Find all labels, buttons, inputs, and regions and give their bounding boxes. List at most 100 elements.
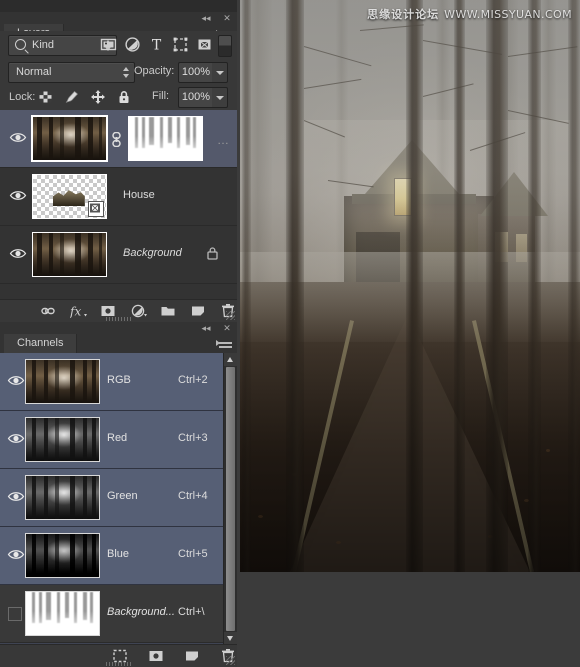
svg-text:T: T xyxy=(152,38,162,54)
lock-fill-row: Lock: xyxy=(0,84,237,111)
lock-label: Lock: xyxy=(9,91,35,103)
panel-corner-resize[interactable] xyxy=(226,656,235,665)
channel-thumbnail[interactable] xyxy=(25,475,100,520)
channel-row[interactable]: Red Ctrl+3 xyxy=(0,411,224,469)
fill-label: Fill: xyxy=(152,90,169,102)
lock-all-icon[interactable] xyxy=(116,89,132,105)
scrollbar-thumb[interactable] xyxy=(226,367,235,631)
new-layer-icon[interactable] xyxy=(190,303,206,319)
panel-resize-grip[interactable] xyxy=(106,317,132,321)
channel-list: RGB Ctrl+2 xyxy=(0,353,224,645)
close-icon[interactable]: ✕ xyxy=(221,323,233,333)
channels-panel: ◂◂ ✕ Channels xyxy=(0,322,237,667)
lock-image-pixels-icon[interactable] xyxy=(64,89,80,105)
layer-thumbnail[interactable] xyxy=(32,174,107,219)
channel-visibility-icon[interactable] xyxy=(7,432,25,445)
channel-row[interactable]: Background... Ctrl+\ xyxy=(0,585,224,643)
channels-panel-menu-icon[interactable] xyxy=(216,338,232,350)
lock-transparent-pixels-icon[interactable] xyxy=(38,89,54,105)
fill-input[interactable]: 100% xyxy=(178,87,214,108)
lock-position-icon[interactable] xyxy=(90,89,106,105)
mask-link-icon[interactable] xyxy=(110,132,123,147)
filter-kind-label: Kind xyxy=(32,39,54,51)
channel-shortcut: Ctrl+3 xyxy=(178,432,208,444)
channel-thumbnail[interactable] xyxy=(25,417,100,462)
channel-shortcut: Ctrl+5 xyxy=(178,548,208,560)
layers-panel: ◂◂ ✕ Layers Kind xyxy=(0,12,237,322)
channels-bottom-toolbar xyxy=(0,644,237,667)
filter-type-icons: T xyxy=(100,36,213,53)
shape-filter-icon[interactable] xyxy=(172,36,189,53)
channel-visibility-icon[interactable] xyxy=(7,548,25,561)
opacity-label: Opacity: xyxy=(134,65,174,77)
collapse-icon[interactable]: ◂◂ xyxy=(200,13,212,23)
channel-visibility-icon[interactable] xyxy=(7,374,25,387)
scroll-up-icon[interactable] xyxy=(224,353,237,366)
layer-mask-thumbnail[interactable] xyxy=(128,116,203,161)
text-filter-icon[interactable]: T xyxy=(148,36,165,53)
collapse-icon[interactable]: ◂◂ xyxy=(200,323,212,333)
channels-scrollbar[interactable] xyxy=(223,353,237,645)
channel-visibility-icon[interactable] xyxy=(7,490,25,503)
layer-visibility-icon[interactable] xyxy=(9,247,27,260)
layer-list: … xyxy=(0,110,237,300)
channel-row[interactable]: Blue Ctrl+5 xyxy=(0,527,224,585)
blend-mode-select[interactable]: Normal xyxy=(8,62,135,83)
channels-panel-body: RGB Ctrl+2 xyxy=(0,353,237,667)
panel-dock: ◂◂ ✕ Layers Kind xyxy=(0,0,237,667)
channel-thumbnail[interactable] xyxy=(25,591,100,636)
layer-thumbnail[interactable] xyxy=(32,232,107,277)
chevron-updown-icon xyxy=(123,66,130,79)
layer-name[interactable]: House xyxy=(123,189,155,201)
document-area: 思缘设计论坛WWW.MISSYUAN.COM xyxy=(237,0,580,667)
channel-name[interactable]: Red xyxy=(107,432,127,444)
smart-object-filter-icon[interactable] xyxy=(196,36,213,53)
layer-filter-row: Kind T xyxy=(0,31,237,60)
channel-name[interactable]: RGB xyxy=(107,374,131,386)
channels-tabbar: Channels xyxy=(0,334,237,354)
opacity-dropdown-icon[interactable] xyxy=(212,62,228,83)
channel-shortcut: Ctrl+2 xyxy=(178,374,208,386)
layers-panel-body: Kind T xyxy=(0,31,237,322)
filter-enable-toggle[interactable] xyxy=(218,35,232,57)
layer-row[interactable]: Background xyxy=(0,226,237,284)
layer-row[interactable]: … xyxy=(0,110,237,168)
channel-name[interactable]: Blue xyxy=(107,548,129,560)
layer-row[interactable]: House xyxy=(0,168,237,226)
adjustment-filter-icon[interactable] xyxy=(124,36,141,53)
opacity-input[interactable]: 100% xyxy=(178,62,214,83)
layer-visibility-icon[interactable] xyxy=(9,131,27,144)
image-filter-icon[interactable] xyxy=(100,36,117,53)
new-group-icon[interactable] xyxy=(160,303,176,319)
image-canvas[interactable]: 思缘设计论坛WWW.MISSYUAN.COM xyxy=(240,0,580,572)
layer-visibility-icon[interactable] xyxy=(9,189,27,202)
fill-dropdown-icon[interactable] xyxy=(212,87,228,108)
blend-mode-value: Normal xyxy=(16,66,51,78)
layer-thumbnail[interactable] xyxy=(32,116,107,161)
svg-text:fx: fx xyxy=(70,305,81,319)
photoshop-window: 思缘设计论坛WWW.MISSYUAN.COM ◂◂ ✕ Layers xyxy=(0,0,580,667)
layer-name[interactable]: Background xyxy=(123,247,182,259)
channel-visibility-checkbox[interactable] xyxy=(8,607,22,621)
watermark: 思缘设计论坛WWW.MISSYUAN.COM xyxy=(367,6,572,22)
panel-resize-grip[interactable] xyxy=(106,662,132,666)
channel-thumbnail[interactable] xyxy=(25,533,100,578)
new-adjustment-layer-icon[interactable] xyxy=(130,303,146,319)
channel-name[interactable]: Background... xyxy=(107,606,175,618)
channel-row[interactable]: Green Ctrl+4 xyxy=(0,469,224,527)
tab-channels[interactable]: Channels xyxy=(4,334,77,353)
search-icon xyxy=(15,39,26,50)
link-layers-icon[interactable] xyxy=(40,303,56,319)
blend-opacity-row: Normal Opacity: 100% xyxy=(0,59,237,85)
channel-name[interactable]: Green xyxy=(107,490,138,502)
new-channel-icon[interactable] xyxy=(184,648,200,664)
layer-style-fx-icon[interactable]: fx xyxy=(70,303,86,319)
channel-thumbnail[interactable] xyxy=(25,359,100,404)
layers-bottom-toolbar: fx xyxy=(0,299,237,322)
close-icon[interactable]: ✕ xyxy=(221,13,233,23)
panel-corner-resize[interactable] xyxy=(226,311,235,320)
channel-shortcut: Ctrl+4 xyxy=(178,490,208,502)
layer-overflow-icon[interactable]: … xyxy=(217,133,230,147)
save-selection-as-channel-icon[interactable] xyxy=(148,648,164,664)
channel-row[interactable]: RGB Ctrl+2 xyxy=(0,353,224,411)
